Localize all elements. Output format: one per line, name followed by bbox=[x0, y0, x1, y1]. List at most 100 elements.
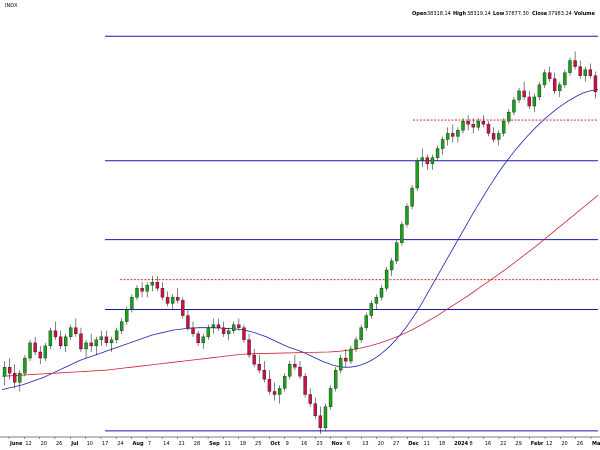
candle-body bbox=[400, 224, 404, 243]
candle-body bbox=[532, 96, 537, 107]
candle-body bbox=[558, 84, 562, 92]
candle-body bbox=[33, 342, 37, 353]
candle-body bbox=[43, 345, 47, 359]
candle-body bbox=[318, 415, 323, 429]
x-tick-label: 24 bbox=[117, 441, 123, 447]
x-tick-label: 2024 bbox=[454, 441, 468, 447]
candle-body bbox=[517, 90, 521, 101]
candle-body bbox=[578, 66, 582, 76]
candle-body bbox=[593, 75, 598, 93]
candle-body bbox=[328, 388, 333, 407]
candle-body bbox=[267, 379, 272, 392]
candle-body bbox=[165, 297, 170, 304]
candle-body bbox=[63, 336, 68, 347]
candle-body bbox=[211, 324, 216, 328]
candle-body bbox=[232, 324, 236, 331]
candle-body bbox=[247, 339, 251, 356]
candle-body bbox=[283, 376, 287, 389]
x-tick-label: 29 bbox=[515, 441, 521, 447]
close-label: Close bbox=[532, 11, 548, 17]
candlestick-chart: June 12 20 26 Jul 10 17 24 Aug 7 14 21 28 Sep 11 18 25 Oc… bbox=[0, 0, 600, 450]
candle-body bbox=[125, 309, 129, 322]
candle-body bbox=[374, 297, 379, 304]
x-tick-label: 23 bbox=[316, 441, 322, 447]
candle-body bbox=[420, 157, 424, 161]
x-tick-label: Febr bbox=[531, 441, 544, 447]
x-tick-label: Sep bbox=[209, 441, 220, 447]
x-tick-label: 27 bbox=[393, 441, 399, 447]
candle-body bbox=[476, 121, 480, 128]
candle-body bbox=[446, 133, 450, 140]
x-tick-label: 25 bbox=[255, 441, 261, 447]
candle-body bbox=[588, 69, 593, 76]
candle-body bbox=[13, 373, 17, 383]
x-tick-label: 26 bbox=[56, 441, 62, 447]
x-tick-label: 8 bbox=[469, 441, 472, 447]
candle-body bbox=[150, 282, 154, 286]
candle-body bbox=[553, 78, 557, 92]
candle-body bbox=[466, 121, 470, 125]
x-tick-label: Jul bbox=[70, 441, 78, 447]
x-tick-label: 11 bbox=[424, 441, 430, 447]
candle-body bbox=[390, 260, 394, 271]
candle-body bbox=[425, 157, 430, 164]
high-value: 38319.14 bbox=[467, 11, 491, 17]
candle-body bbox=[563, 72, 567, 85]
candle-body bbox=[277, 388, 282, 395]
x-tick-label: 22 bbox=[500, 441, 506, 447]
x-tick-label: 16 bbox=[485, 441, 491, 447]
open-value: 38318.14 bbox=[427, 11, 451, 17]
candle-body bbox=[23, 357, 27, 374]
candle-body bbox=[237, 324, 241, 328]
candle-body bbox=[527, 96, 531, 107]
x-tick-label: 28 bbox=[194, 441, 200, 447]
candle-body bbox=[176, 297, 180, 301]
candle-body bbox=[440, 139, 445, 149]
x-tick-label: 16 bbox=[301, 441, 307, 447]
candle-body bbox=[242, 327, 246, 340]
x-tick-label: 14 bbox=[163, 441, 169, 447]
candle-body bbox=[120, 321, 124, 331]
candle-body bbox=[160, 288, 165, 298]
x-tick-label: 17 bbox=[102, 441, 108, 447]
candle-body bbox=[542, 72, 547, 85]
candle-body bbox=[48, 330, 53, 347]
x-tick-label: Mar bbox=[592, 441, 600, 447]
x-tick-label: 20 bbox=[561, 441, 567, 447]
x-tick-label: 12 bbox=[546, 441, 552, 447]
x-tick-label: 11 bbox=[224, 441, 230, 447]
candle-body bbox=[354, 339, 358, 350]
candle-body bbox=[221, 327, 226, 334]
candle-body bbox=[583, 69, 587, 76]
x-tick-label: 20 bbox=[378, 441, 384, 447]
candle-body bbox=[537, 84, 542, 98]
candle-body bbox=[323, 406, 328, 429]
candle-body bbox=[313, 403, 317, 416]
candle-body bbox=[114, 330, 119, 340]
candle-body bbox=[155, 282, 160, 289]
candle-body bbox=[395, 242, 399, 262]
candle-body bbox=[461, 121, 465, 131]
candle-body bbox=[502, 121, 506, 134]
candle-body bbox=[349, 348, 353, 362]
candle-body bbox=[79, 333, 83, 350]
candle-body bbox=[84, 342, 88, 350]
low-value: 37877.30 bbox=[505, 11, 529, 17]
candle-body bbox=[405, 206, 409, 225]
candle-body bbox=[216, 324, 221, 328]
x-tick-label: 21 bbox=[178, 441, 184, 447]
candle-body bbox=[430, 157, 435, 164]
candle-body bbox=[507, 111, 511, 122]
candle-body bbox=[191, 327, 195, 334]
candle-body bbox=[369, 303, 373, 316]
candle-body bbox=[359, 327, 363, 340]
candle-body bbox=[481, 121, 486, 125]
candle-body bbox=[496, 133, 501, 140]
candle-body bbox=[18, 373, 22, 383]
candle-body bbox=[252, 354, 256, 365]
candle-body bbox=[308, 394, 312, 404]
x-tick-label: 26 bbox=[577, 441, 583, 447]
candle-body bbox=[58, 336, 63, 347]
candle-body bbox=[99, 336, 104, 340]
candle-body bbox=[7, 367, 12, 374]
